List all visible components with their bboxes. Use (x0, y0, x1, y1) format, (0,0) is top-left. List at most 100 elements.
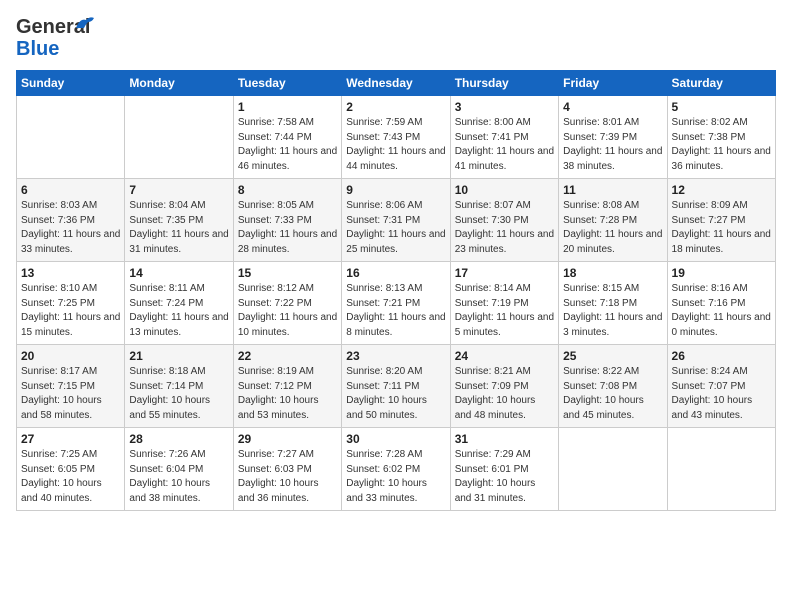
day-number: 17 (455, 266, 554, 280)
day-info: Sunrise: 8:08 AMSunset: 7:28 PMDaylight:… (563, 199, 662, 257)
day-number: 27 (21, 432, 120, 446)
day-info: Sunrise: 8:17 AMSunset: 7:15 PMDaylight:… (21, 365, 120, 423)
calendar-day-cell: 15 Sunrise: 8:12 AMSunset: 7:22 PMDayligh… (233, 262, 341, 345)
day-number: 28 (129, 432, 228, 446)
calendar-day-cell: 27Sunrise: 7:25 AMSunset: 6:05 PMDayligh… (17, 428, 125, 511)
calendar-day-cell: 17 Sunrise: 8:14 AMSunset: 7:19 PMDayligh… (450, 262, 558, 345)
day-number: 16 (346, 266, 445, 280)
calendar-day-cell: 20Sunrise: 8:17 AMSunset: 7:15 PMDayligh… (17, 345, 125, 428)
day-number: 7 (129, 183, 228, 197)
day-info: Sunrise: 8:05 AMSunset: 7:33 PMDaylight:… (238, 199, 337, 257)
day-number: 24 (455, 349, 554, 363)
weekday-header: Tuesday (233, 71, 341, 96)
day-info: Sunrise: 7:28 AMSunset: 6:02 PMDaylight:… (346, 448, 445, 506)
calendar-day-cell: 24 Sunrise: 8:21 AMSunset: 7:09 PMDayligh… (450, 345, 558, 428)
calendar-day-cell: 31 Sunrise: 7:29 AMSunset: 6:01 PMDayligh… (450, 428, 558, 511)
day-number: 26 (672, 349, 771, 363)
day-info: Sunrise: 8:11 AMSunset: 7:24 PMDaylight:… (129, 282, 228, 340)
calendar-day-cell: 4 Sunrise: 8:01 AMSunset: 7:39 PMDaylight… (559, 96, 667, 179)
calendar-day-cell: 13Sunrise: 8:10 AMSunset: 7:25 PMDayligh… (17, 262, 125, 345)
logo-bird-icon (74, 14, 96, 32)
calendar-day-cell: 12 Sunrise: 8:09 AMSunset: 7:27 PMDayligh… (667, 179, 775, 262)
day-number: 5 (672, 100, 771, 114)
weekday-header: Friday (559, 71, 667, 96)
day-info: Sunrise: 8:15 AMSunset: 7:18 PMDaylight:… (563, 282, 662, 340)
day-number: 25 (563, 349, 662, 363)
calendar-day-cell: 9 Sunrise: 8:06 AMSunset: 7:31 PMDaylight… (342, 179, 450, 262)
day-info: Sunrise: 8:12 AMSunset: 7:22 PMDaylight:… (238, 282, 337, 340)
weekday-header: Wednesday (342, 71, 450, 96)
day-number: 19 (672, 266, 771, 280)
day-number: 4 (563, 100, 662, 114)
calendar-week-row: 13Sunrise: 8:10 AMSunset: 7:25 PMDayligh… (17, 262, 776, 345)
day-number: 11 (563, 183, 662, 197)
day-number: 10 (455, 183, 554, 197)
calendar-day-cell: 18 Sunrise: 8:15 AMSunset: 7:18 PMDayligh… (559, 262, 667, 345)
day-info: Sunrise: 8:14 AMSunset: 7:19 PMDaylight:… (455, 282, 554, 340)
page-header: GeneralBlue (16, 16, 776, 60)
day-info: Sunrise: 8:06 AMSunset: 7:31 PMDaylight:… (346, 199, 445, 257)
calendar-day-cell: 2 Sunrise: 7:59 AMSunset: 7:43 PMDaylight… (342, 96, 450, 179)
day-info: Sunrise: 8:20 AMSunset: 7:11 PMDaylight:… (346, 365, 445, 423)
day-info: Sunrise: 8:07 AMSunset: 7:30 PMDaylight:… (455, 199, 554, 257)
day-info: Sunrise: 8:09 AMSunset: 7:27 PMDaylight:… (672, 199, 771, 257)
day-number: 1 (238, 100, 337, 114)
calendar-day-cell (559, 428, 667, 511)
calendar-day-cell: 29 Sunrise: 7:27 AMSunset: 6:03 PMDayligh… (233, 428, 341, 511)
weekday-header: Thursday (450, 71, 558, 96)
day-number: 15 (238, 266, 337, 280)
calendar-week-row: 27Sunrise: 7:25 AMSunset: 6:05 PMDayligh… (17, 428, 776, 511)
day-number: 31 (455, 432, 554, 446)
calendar-day-cell: 23 Sunrise: 8:20 AMSunset: 7:11 PMDayligh… (342, 345, 450, 428)
calendar-day-cell: 30 Sunrise: 7:28 AMSunset: 6:02 PMDayligh… (342, 428, 450, 511)
calendar-day-cell: 26Sunrise: 8:24 AMSunset: 7:07 PMDayligh… (667, 345, 775, 428)
day-info: Sunrise: 8:01 AMSunset: 7:39 PMDaylight:… (563, 116, 662, 174)
calendar-day-cell: 3 Sunrise: 8:00 AMSunset: 7:41 PMDaylight… (450, 96, 558, 179)
day-number: 12 (672, 183, 771, 197)
day-info: Sunrise: 7:58 AMSunset: 7:44 PMDaylight:… (238, 116, 337, 174)
day-info: Sunrise: 8:21 AMSunset: 7:09 PMDaylight:… (455, 365, 554, 423)
day-info: Sunrise: 7:29 AMSunset: 6:01 PMDaylight:… (455, 448, 554, 506)
day-number: 18 (563, 266, 662, 280)
day-info: Sunrise: 8:19 AMSunset: 7:12 PMDaylight:… (238, 365, 337, 423)
day-number: 2 (346, 100, 445, 114)
calendar-week-row: 6Sunrise: 8:03 AMSunset: 7:36 PMDaylight… (17, 179, 776, 262)
day-info: Sunrise: 8:04 AMSunset: 7:35 PMDaylight:… (129, 199, 228, 257)
calendar-week-row: 20Sunrise: 8:17 AMSunset: 7:15 PMDayligh… (17, 345, 776, 428)
weekday-header: Sunday (17, 71, 125, 96)
calendar-day-cell: 5Sunrise: 8:02 AMSunset: 7:38 PMDaylight… (667, 96, 775, 179)
calendar-day-cell: 7 Sunrise: 8:04 AMSunset: 7:35 PMDaylight… (125, 179, 233, 262)
calendar-day-cell: 14 Sunrise: 8:11 AMSunset: 7:24 PMDayligh… (125, 262, 233, 345)
calendar-day-cell: 10 Sunrise: 8:07 AMSunset: 7:30 PMDayligh… (450, 179, 558, 262)
calendar-day-cell: 25Sunrise: 8:22 AMSunset: 7:08 PMDayligh… (559, 345, 667, 428)
calendar-day-cell: 21 Sunrise: 8:18 AMSunset: 7:14 PMDayligh… (125, 345, 233, 428)
day-info: Sunrise: 8:00 AMSunset: 7:41 PMDaylight:… (455, 116, 554, 174)
day-number: 14 (129, 266, 228, 280)
calendar-header-row: SundayMondayTuesdayWednesdayThursdayFrid… (17, 71, 776, 96)
calendar-day-cell: 8Sunrise: 8:05 AMSunset: 7:33 PMDaylight… (233, 179, 341, 262)
day-info: Sunrise: 7:27 AMSunset: 6:03 PMDaylight:… (238, 448, 337, 506)
day-info: Sunrise: 7:26 AMSunset: 6:04 PMDaylight:… (129, 448, 228, 506)
calendar-day-cell (667, 428, 775, 511)
calendar-day-cell: 19Sunrise: 8:16 AMSunset: 7:16 PMDayligh… (667, 262, 775, 345)
day-number: 13 (21, 266, 120, 280)
calendar-day-cell: 22 Sunrise: 8:19 AMSunset: 7:12 PMDayligh… (233, 345, 341, 428)
day-number: 3 (455, 100, 554, 114)
calendar-day-cell (17, 96, 125, 179)
day-info: Sunrise: 8:18 AMSunset: 7:14 PMDaylight:… (129, 365, 228, 423)
calendar-day-cell: 11 Sunrise: 8:08 AMSunset: 7:28 PMDayligh… (559, 179, 667, 262)
day-number: 23 (346, 349, 445, 363)
day-number: 29 (238, 432, 337, 446)
calendar-day-cell: 6Sunrise: 8:03 AMSunset: 7:36 PMDaylight… (17, 179, 125, 262)
calendar-day-cell: 28 Sunrise: 7:26 AMSunset: 6:04 PMDayligh… (125, 428, 233, 511)
day-number: 21 (129, 349, 228, 363)
day-info: Sunrise: 7:59 AMSunset: 7:43 PMDaylight:… (346, 116, 445, 174)
day-number: 30 (346, 432, 445, 446)
calendar-week-row: 1 Sunrise: 7:58 AMSunset: 7:44 PMDaylight… (17, 96, 776, 179)
weekday-header: Monday (125, 71, 233, 96)
day-number: 22 (238, 349, 337, 363)
logo: GeneralBlue (16, 16, 90, 60)
calendar-day-cell (125, 96, 233, 179)
calendar-table: SundayMondayTuesdayWednesdayThursdayFrid… (16, 70, 776, 511)
day-number: 9 (346, 183, 445, 197)
